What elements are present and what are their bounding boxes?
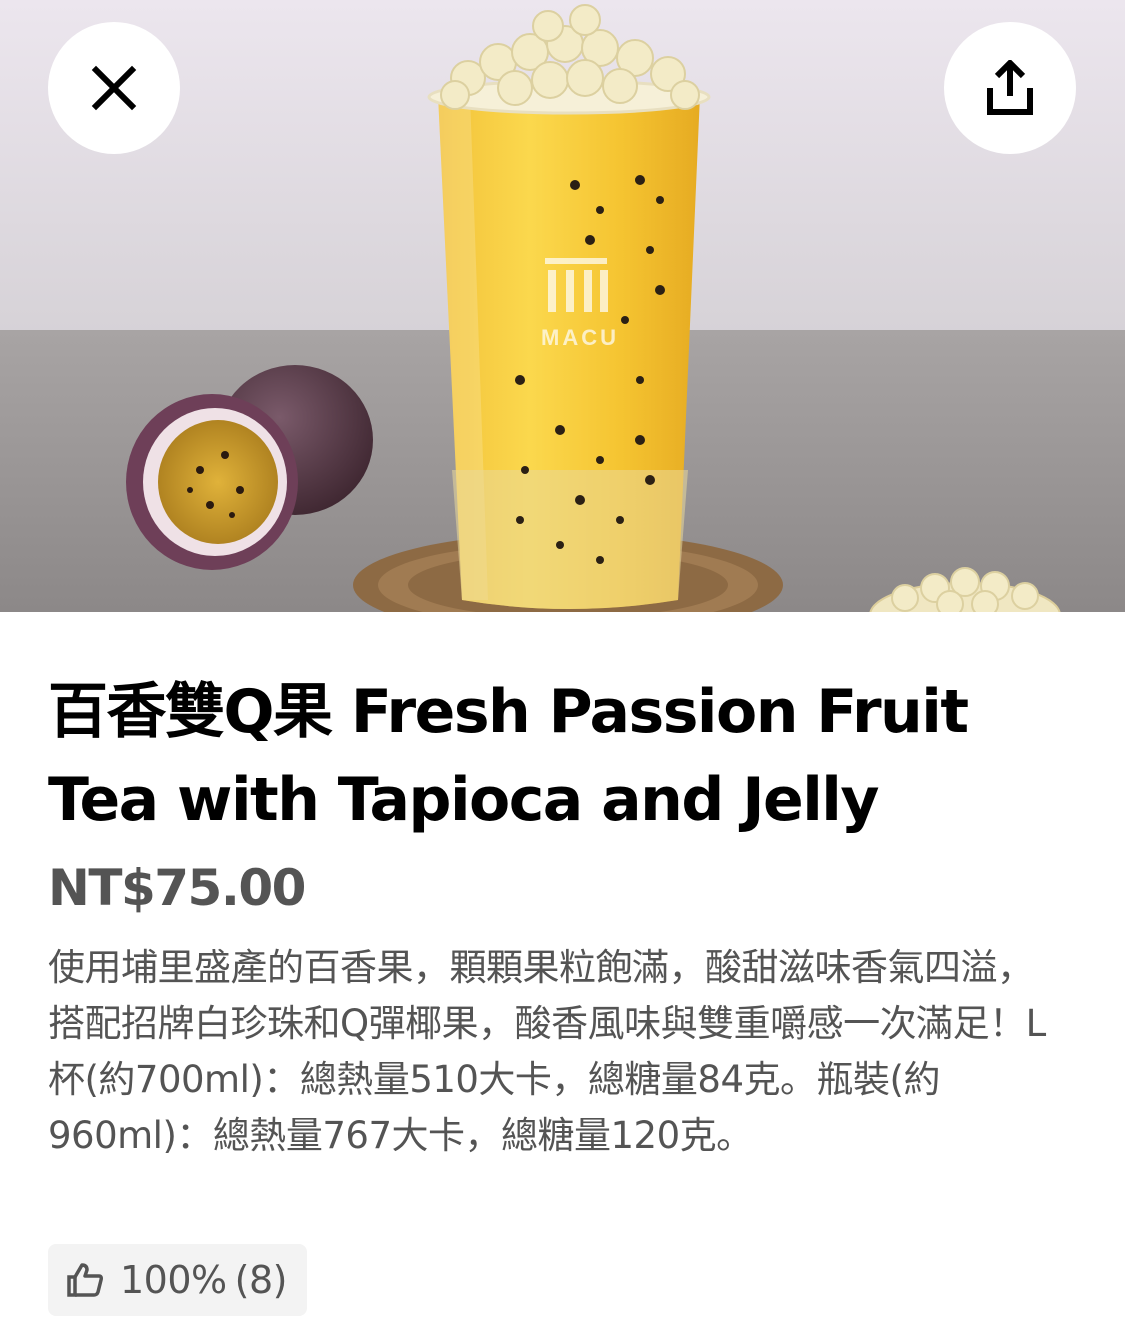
product-image: MACU [0, 0, 1125, 612]
item-details: 百香雙Q果 Fresh Passion Fruit Tea with Tapio… [48, 612, 1078, 1164]
rating-percent: 100% [120, 1258, 227, 1302]
item-price: NT$75.00 [48, 859, 306, 917]
rating-count: (8) [234, 1258, 288, 1302]
thumbs-up-icon [67, 1263, 103, 1297]
item-description: 使用埔里盛產的百香果，顆顆果粒飽滿，酸甜滋味香氣四溢，搭配招牌白珍珠和Q彈椰果，… [48, 946, 1046, 1157]
cup-logo-text: MACU [541, 325, 619, 350]
close-button[interactable] [48, 22, 180, 154]
share-button[interactable] [944, 22, 1076, 154]
close-icon [91, 65, 137, 111]
rating-badge[interactable]: 100% (8) [48, 1244, 307, 1316]
item-title: 百香雙Q果 Fresh Passion Fruit Tea with Tapio… [48, 677, 969, 835]
share-icon [987, 60, 1033, 115]
